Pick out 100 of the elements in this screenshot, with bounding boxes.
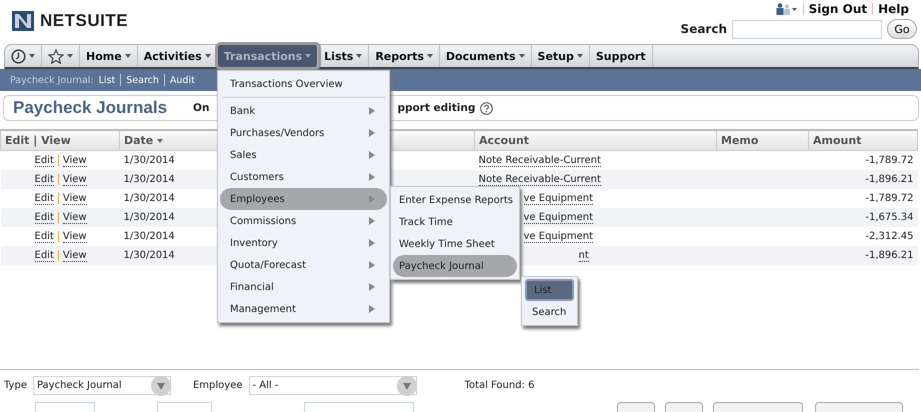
subnav-link[interactable]: Audit [170, 74, 195, 86]
toolbar-button[interactable] [815, 402, 903, 412]
caret-icon [576, 54, 583, 58]
nav-menu-tab[interactable]: Documents [440, 45, 532, 67]
column-header[interactable]: Account [474, 130, 716, 150]
header-link[interactable]: Sign Out [808, 2, 868, 16]
nav-menu-tab[interactable]: Setup [532, 45, 590, 67]
dropdown-icon [396, 376, 416, 396]
table-cell: -2,312.45 [808, 227, 918, 246]
go-button[interactable]: Go [887, 19, 917, 39]
account-link[interactable]: nt [578, 250, 589, 262]
nav-menu-tab[interactable]: Reports [369, 45, 440, 67]
menu-item[interactable]: Transactions Overview [220, 73, 387, 95]
table-cell: -1,896.21 [808, 170, 918, 189]
menu-item[interactable]: Sales [220, 144, 387, 166]
toolbar-button[interactable] [665, 402, 703, 412]
dropdown-icon [150, 376, 171, 396]
filter-label: Type [4, 380, 27, 391]
edit-link[interactable]: Edit [34, 155, 54, 168]
account-link[interactable]: Note Receivable-Current [478, 155, 601, 167]
nav-menu-tab[interactable]: Home [80, 45, 138, 67]
submenu-arrow-icon [369, 129, 375, 137]
menu-item[interactable]: Inventory [220, 232, 387, 254]
view-link[interactable]: View [62, 250, 87, 262]
caret-icon [204, 54, 211, 58]
menu-item[interactable]: Paycheck Journal [393, 255, 517, 277]
filter-label: Employee [192, 380, 242, 391]
submenu-arrow-icon [369, 151, 375, 159]
column-header[interactable]: Edit | View [0, 130, 120, 150]
table-cell: -1,789.72 [808, 150, 918, 170]
caret-icon [518, 54, 525, 58]
edit-link[interactable]: Edit [34, 250, 54, 262]
menu-item[interactable]: Management [220, 298, 387, 320]
filter-field[interactable] [157, 402, 212, 412]
sort-caret-icon [157, 138, 164, 143]
submenu-arrow-icon [369, 305, 375, 313]
nav-tab[interactable]: Support [590, 45, 653, 67]
account-link[interactable]: ve Equipment [524, 231, 594, 243]
filter-field[interactable] [304, 402, 414, 412]
subnav-link[interactable]: List [98, 74, 116, 86]
menu-item[interactable]: Search [525, 301, 574, 323]
view-link[interactable]: View [62, 193, 87, 206]
submenu-arrow-icon [369, 217, 375, 225]
column-header[interactable]: Amount [808, 130, 918, 150]
edit-link[interactable]: Edit [34, 212, 54, 224]
menu-item[interactable]: Commissions [220, 210, 387, 232]
help-icon[interactable] [480, 102, 494, 114]
table-cell: -1,789.72 [808, 189, 918, 208]
account-link[interactable]: ve Equipment [524, 212, 594, 224]
view-link[interactable]: View [62, 155, 87, 168]
caret-icon [124, 54, 131, 58]
users-icon[interactable] [776, 3, 798, 15]
header-link[interactable]: Help [878, 2, 909, 16]
table-cell: 1/30/2014 [120, 170, 218, 189]
account-link[interactable]: ve Equipment [524, 193, 594, 205]
column-header[interactable]: Memo [716, 130, 808, 150]
table-cell: 1/30/2014 [120, 150, 218, 170]
employee-dropdown[interactable]: - All - [248, 376, 416, 395]
edit-link[interactable]: Edit [34, 231, 54, 244]
view-link[interactable]: View [62, 231, 87, 244]
menu-item[interactable]: Enter Expense Reports [393, 189, 517, 211]
menu-item[interactable]: Financial [220, 276, 387, 298]
subnav-label: Paycheck Journal: [10, 74, 94, 86]
column-header[interactable]: Date [120, 130, 218, 150]
table-cell: 1/30/2014 [120, 208, 218, 227]
nav-menu-tab[interactable]: Lists [318, 45, 370, 67]
notice-text: On [193, 102, 210, 114]
toolbar-button[interactable] [617, 402, 655, 412]
caret-icon [67, 54, 73, 58]
submenu-arrow-icon [369, 107, 375, 115]
view-link[interactable]: View [62, 212, 87, 224]
menu-item[interactable]: Customers [220, 166, 387, 188]
table-cell: -1,896.21 [808, 246, 918, 265]
menu-item[interactable]: Purchases/Vendors [220, 122, 387, 144]
menu-item[interactable]: Employees [220, 188, 387, 210]
filter-field[interactable] [35, 402, 95, 412]
submenu-arrow-icon [369, 173, 375, 181]
submenu-arrow-icon [369, 239, 375, 247]
subnav-link[interactable]: Search [126, 74, 159, 86]
menu-item[interactable]: Quota/Forecast [220, 254, 387, 276]
submenu-arrow-icon [369, 261, 375, 269]
notice-text: pport editing [397, 102, 476, 114]
total-found: Total Found: 6 [464, 380, 534, 391]
table-cell: -1,675.34 [808, 208, 918, 227]
netsuite-logo: NETSUITE [12, 10, 128, 32]
logo-icon [12, 11, 34, 31]
search-field[interactable] [732, 20, 882, 38]
search-label: Search [680, 22, 727, 36]
clock-icon [11, 48, 26, 64]
menu-item[interactable]: Bank [220, 100, 387, 122]
menu-item[interactable]: Track Time [393, 211, 517, 233]
toolbar-button[interactable] [713, 402, 803, 412]
type-dropdown[interactable]: Paycheck Journal [32, 376, 171, 395]
menu-item[interactable]: Weekly Time Sheet [393, 233, 517, 255]
edit-link[interactable]: Edit [34, 174, 54, 186]
submenu-arrow-icon [369, 195, 375, 203]
edit-link[interactable]: Edit [34, 193, 54, 206]
view-link[interactable]: View [62, 174, 87, 186]
table-cell: 1/30/2014 [120, 189, 218, 208]
caret-icon [305, 54, 312, 58]
